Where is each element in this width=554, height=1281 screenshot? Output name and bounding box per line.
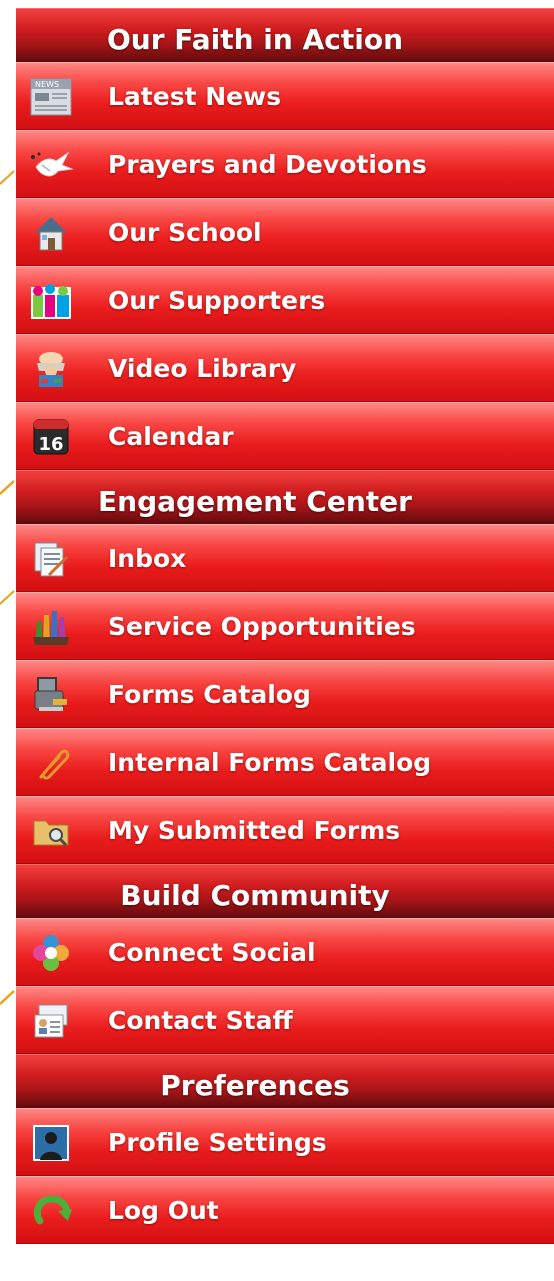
- section-header-community: Build Community: [16, 864, 554, 918]
- profile-person-icon: [28, 1122, 74, 1164]
- menu-item-prayers[interactable]: Prayers and Devotions: [16, 130, 554, 198]
- section-title: Engagement Center: [98, 485, 412, 518]
- menu-item-our-supporters[interactable]: Our Supporters: [16, 266, 554, 334]
- menu-item-label: Internal Forms Catalog: [108, 747, 432, 777]
- people-icon: [28, 280, 74, 322]
- menu-item-log-out[interactable]: Log Out: [16, 1176, 554, 1244]
- menu-item-label: Prayers and Devotions: [108, 149, 427, 179]
- menu-item-label: Our Supporters: [108, 285, 326, 315]
- menu-item-label: Calendar: [108, 421, 234, 451]
- folder-search-icon: [28, 810, 74, 852]
- house-icon: [28, 212, 74, 254]
- svg-text:NEWS: NEWS: [35, 80, 59, 89]
- menu-item-label: My Submitted Forms: [108, 815, 401, 845]
- section-header-faith: Our Faith in Action: [16, 8, 554, 62]
- menu-item-service-opportunities[interactable]: Service Opportunities: [16, 592, 554, 660]
- logout-arrow-icon: [28, 1190, 74, 1232]
- callout-arrow-icon: [0, 480, 15, 495]
- menu-item-latest-news[interactable]: NEWS Latest News: [16, 62, 554, 130]
- calendar-icon: 16: [28, 416, 74, 458]
- documents-icon: [28, 538, 74, 580]
- movie-viewer-icon: [28, 348, 74, 390]
- menu-item-label: Inbox: [108, 543, 187, 573]
- menu-item-our-school[interactable]: Our School: [16, 198, 554, 266]
- menu-item-label: Forms Catalog: [108, 679, 311, 709]
- menu-item-video-library[interactable]: Video Library: [16, 334, 554, 402]
- menu-item-label: Contact Staff: [108, 1005, 293, 1035]
- menu-item-label: Profile Settings: [108, 1127, 327, 1157]
- newspaper-icon: NEWS: [28, 76, 74, 118]
- callout-arrow-icon: [0, 990, 15, 1005]
- main-menu: Our Faith in Action NEWS Latest News Pra…: [16, 8, 554, 1244]
- section-header-preferences: Preferences: [16, 1054, 554, 1108]
- menu-item-profile-settings[interactable]: Profile Settings: [16, 1108, 554, 1176]
- menu-item-contact-staff[interactable]: Contact Staff: [16, 986, 554, 1054]
- callout-arrow-icon: [0, 590, 15, 605]
- menu-item-internal-forms-catalog[interactable]: Internal Forms Catalog: [16, 728, 554, 796]
- hands-icon: [28, 606, 74, 648]
- menu-item-label: Log Out: [108, 1195, 219, 1225]
- section-header-engagement: Engagement Center: [16, 470, 554, 524]
- menu-item-my-submitted-forms[interactable]: My Submitted Forms: [16, 796, 554, 864]
- callout-arrow-icon: [0, 170, 15, 185]
- section-title: Our Faith in Action: [106, 23, 404, 56]
- menu-item-label: Connect Social: [108, 937, 316, 967]
- menu-item-forms-catalog[interactable]: Forms Catalog: [16, 660, 554, 728]
- menu-item-label: Video Library: [108, 353, 297, 383]
- menu-item-calendar[interactable]: 16 Calendar: [16, 402, 554, 470]
- section-title: Build Community: [120, 879, 390, 912]
- dove-icon: [28, 144, 74, 186]
- section-title: Preferences: [160, 1069, 350, 1102]
- menu-item-label: Service Opportunities: [108, 611, 416, 641]
- paperclip-icon: [28, 742, 74, 784]
- menu-item-label: Latest News: [108, 81, 282, 111]
- menu-item-label: Our School: [108, 217, 262, 247]
- social-circle-icon: [28, 932, 74, 974]
- contact-cards-icon: [28, 1000, 74, 1042]
- menu-item-connect-social[interactable]: Connect Social: [16, 918, 554, 986]
- menu-item-inbox[interactable]: Inbox: [16, 524, 554, 592]
- printer-icon: [28, 674, 74, 716]
- calendar-day: 16: [38, 434, 63, 455]
